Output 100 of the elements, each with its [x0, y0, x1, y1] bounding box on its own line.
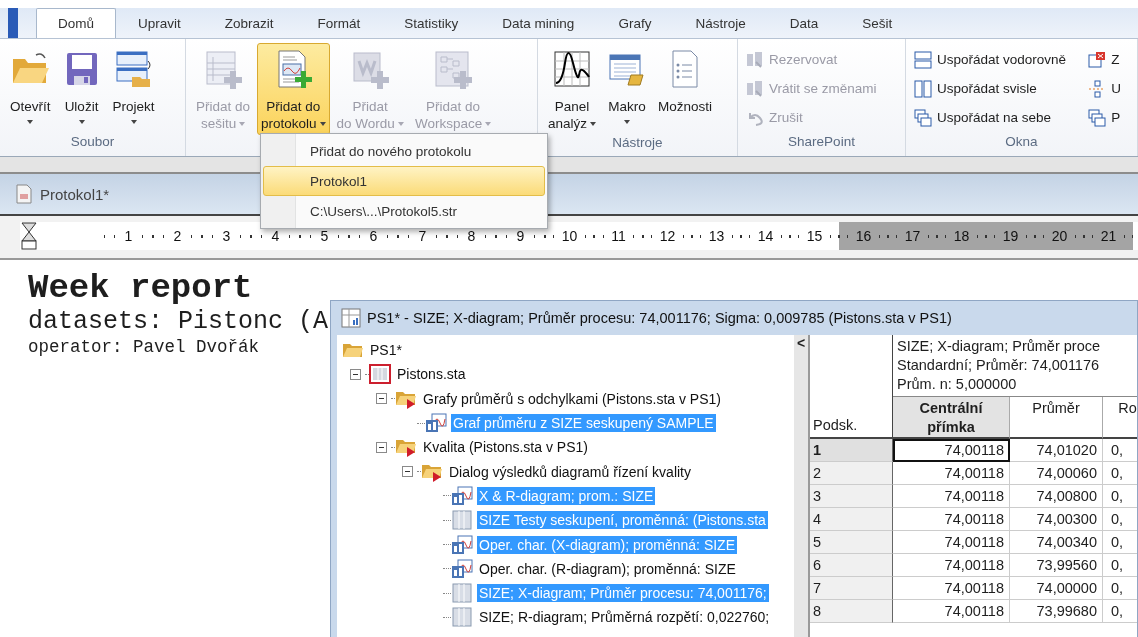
- row-header[interactable]: 1: [810, 439, 893, 462]
- row-header[interactable]: 6: [810, 554, 893, 577]
- ribbon-tab[interactable]: Formát: [295, 8, 383, 38]
- table-cell: 74,00118: [893, 508, 1010, 531]
- graph-window-icon: [451, 485, 473, 506]
- document-title: Protokol1*: [40, 185, 110, 203]
- caret-icon: [485, 121, 492, 126]
- column-header: Podsk.: [813, 417, 858, 433]
- collapse-toggle[interactable]: [376, 393, 387, 405]
- ribbon-button[interactable]: Uložit: [57, 43, 106, 134]
- spreadsheet-icon: [451, 510, 473, 531]
- ruler-number: 17: [904, 228, 921, 244]
- table-cell: 74,00118: [893, 600, 1010, 623]
- row-header[interactable]: 3: [810, 485, 893, 508]
- report-text: operator: Pavel Dvořák: [28, 336, 260, 358]
- ruler-number: 4: [271, 228, 280, 244]
- ribbon-tab[interactable]: Grafy: [596, 8, 674, 38]
- ribbon-button[interactable]: Otevřít: [6, 43, 55, 134]
- table-cell: 74,00800: [1010, 485, 1103, 508]
- window-stack-icon: [113, 49, 154, 89]
- table-cell: 74,00060: [1010, 462, 1103, 485]
- ruler-number: 19: [1002, 228, 1019, 244]
- row-header[interactable]: 5: [810, 531, 893, 554]
- collapse-pane-button[interactable]: <: [796, 335, 806, 353]
- tree-item[interactable]: Dialog výsledků diagramů řízení kvality: [447, 462, 693, 481]
- ribbon-button[interactable]: P: [1086, 103, 1131, 132]
- collapse-toggle[interactable]: [350, 368, 361, 380]
- table-cell: 73,99680: [1010, 600, 1103, 623]
- group-label: Nástroje: [612, 135, 663, 150]
- ribbon-button[interactable]: Přidat do protokolu: [257, 43, 330, 135]
- ribbon-button[interactable]: Uspořádat na sebe: [912, 103, 1077, 132]
- row-header[interactable]: 2: [810, 462, 893, 485]
- ruler-number: 11: [611, 228, 626, 244]
- tree-item[interactable]: PS1*: [368, 341, 404, 360]
- table-cell: 74,00300: [1010, 508, 1103, 531]
- ribbon-button[interactable]: Uspořádat vodorovně: [912, 45, 1077, 74]
- horizontal-split-icon: [914, 50, 932, 69]
- row-header[interactable]: 7: [810, 577, 893, 600]
- ribbon-button[interactable]: Z: [1086, 45, 1131, 74]
- ribbon-button[interactable]: U: [1086, 74, 1131, 103]
- collapse-toggle[interactable]: [376, 441, 387, 453]
- table-cell: 74,00340: [1010, 531, 1103, 554]
- ribbon-tab[interactable]: Statistiky: [382, 8, 481, 38]
- ribbon-button[interactable]: Projekt: [108, 43, 159, 134]
- folder-icon: [342, 341, 364, 360]
- spreadsheet-icon: [451, 607, 473, 628]
- servers-icon: [746, 79, 764, 98]
- tree-item[interactable]: Kvalita (Pistons.sta v PS1): [421, 438, 590, 457]
- document-icon: [16, 184, 32, 204]
- row-header[interactable]: 4: [810, 508, 893, 531]
- cascade-icon: [1088, 108, 1107, 127]
- ribbon-button[interactable]: Možnosti: [654, 43, 717, 135]
- ruler-number: 5: [320, 228, 329, 244]
- folder-arrow-icon: [395, 437, 417, 458]
- ribbon-tab[interactable]: Data mining: [480, 8, 597, 38]
- ribbon-tab[interactable]: Data: [767, 8, 841, 38]
- report-heading: Week report: [28, 268, 254, 308]
- ribbon-tab[interactable]: Sešit: [840, 8, 915, 38]
- graph-window-icon: [451, 534, 473, 555]
- sheet-header-text: Prům. n: 5,000000: [897, 375, 1018, 394]
- ribbon-button[interactable]: Makro: [603, 43, 652, 135]
- column-header[interactable]: Průměr: [1010, 397, 1103, 439]
- sheet-header-text: Standardní; Průměr: 74,001176: [897, 356, 1101, 375]
- menu-item[interactable]: Přidat do nového protokolu: [263, 136, 545, 166]
- ruler-number: 8: [467, 228, 476, 244]
- group-label: Soubor: [70, 134, 115, 149]
- ribbon-tab[interactable]: Upravit: [116, 8, 203, 38]
- menu-item[interactable]: C:\Users\...\Protokol5.str: [263, 196, 545, 226]
- graph-window-icon: [425, 413, 447, 434]
- caret-icon: [78, 120, 85, 124]
- report-text: datasets: Pistonc (A: [28, 308, 329, 336]
- ruler-number: 14: [757, 228, 774, 244]
- ribbon-tab[interactable]: Nástroje: [673, 8, 768, 38]
- ribbon-button[interactable]: Panel analýz: [544, 43, 601, 135]
- caret-icon: [27, 120, 34, 124]
- wave-chart-icon: [552, 49, 592, 89]
- tree-item[interactable]: Grafy průměrů s odchylkami (Pistons.sta v PS1): [421, 389, 723, 408]
- column-header[interactable]: Ro: [1103, 397, 1137, 439]
- table-cell: 0,: [1103, 485, 1137, 508]
- group-label: Okna: [1005, 134, 1038, 149]
- ruler-number: 3: [222, 228, 231, 244]
- column-header[interactable]: Centrální přímka: [893, 397, 1010, 439]
- table-cell: 0,: [1103, 554, 1137, 577]
- ruler-number: 7: [418, 228, 427, 244]
- spreadsheet-icon: [369, 364, 391, 385]
- tree-item[interactable]: Oper. char. (R-diagram); proměnná: SIZE: [477, 559, 738, 578]
- ribbon-tab[interactable]: Domů: [36, 8, 116, 38]
- tree-item[interactable]: SIZE; R-diagram; Průměrná rozpětí: 0,022760;: [477, 608, 772, 627]
- table-cell: 0,: [1103, 600, 1137, 623]
- table-cell: 74,00000: [1010, 577, 1103, 600]
- collapse-toggle[interactable]: [402, 466, 413, 478]
- menu-item[interactable]: Protokol1: [263, 166, 545, 196]
- ribbon-tab[interactable]: Zobrazit: [202, 8, 296, 38]
- ribbon-button[interactable]: Uspořádat svisle: [912, 74, 1077, 103]
- row-header[interactable]: 8: [810, 600, 893, 623]
- ruler-number: 13: [708, 228, 725, 244]
- tree-item[interactable]: Pistons.sta: [395, 365, 468, 384]
- ruler-number: 21: [1100, 228, 1117, 244]
- ruler-number: 18: [953, 228, 970, 244]
- ruler-number: 20: [1051, 228, 1068, 244]
